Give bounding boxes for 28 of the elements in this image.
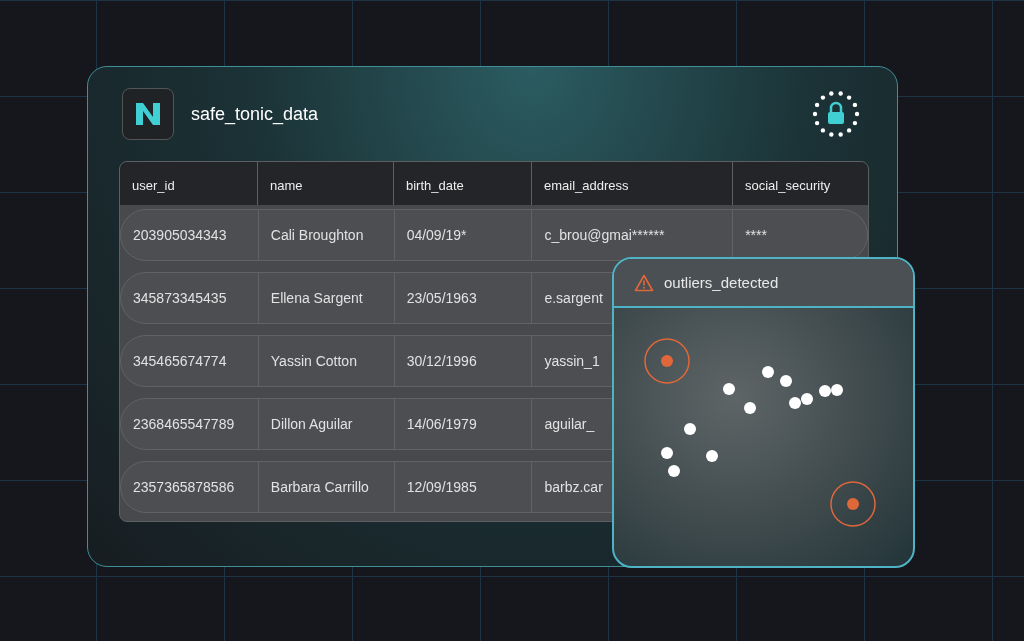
table-cell: 203905034343 — [133, 227, 227, 243]
table-cell: Yassin Cotton — [270, 353, 357, 369]
column-header: email_address — [532, 162, 733, 205]
table-cell: Ellena Sargent — [270, 290, 363, 306]
table-cell: 23/05/1963 — [406, 290, 477, 306]
table-cell: 2357365878586 — [133, 479, 235, 495]
table-cell: yassin_1 — [544, 353, 600, 369]
panel-title: outliers_detected — [664, 274, 779, 291]
table-cell: 30/12/1996 — [406, 353, 477, 369]
column-header: birth_date — [394, 162, 532, 205]
table-cell: 12/09/1985 — [406, 479, 477, 495]
table-cell: 345465674774 — [133, 353, 227, 369]
table-cell: aguilar_ — [544, 416, 595, 432]
table-cell: c_brou@gmai****** — [544, 227, 665, 243]
table-cell: 14/06/1979 — [406, 416, 477, 432]
column-header: name — [258, 162, 394, 205]
table-cell: barbz.car — [544, 479, 603, 495]
table-cell: e.sargent — [544, 290, 603, 306]
column-header: user_id — [120, 162, 258, 205]
table-cell: Dillon Aguilar — [270, 416, 353, 432]
table-cell: Barbara Carrillo — [270, 479, 369, 495]
table-cell: Cali Broughton — [270, 227, 364, 243]
window-title: safe_tonic_data — [191, 103, 320, 125]
table-cell: 345873345435 — [133, 290, 227, 306]
table-cell: **** — [745, 227, 767, 243]
table-cell: 2368465547789 — [133, 416, 235, 432]
column-header: social_security — [744, 177, 832, 195]
table-cell: 04/09/19* — [406, 227, 467, 243]
